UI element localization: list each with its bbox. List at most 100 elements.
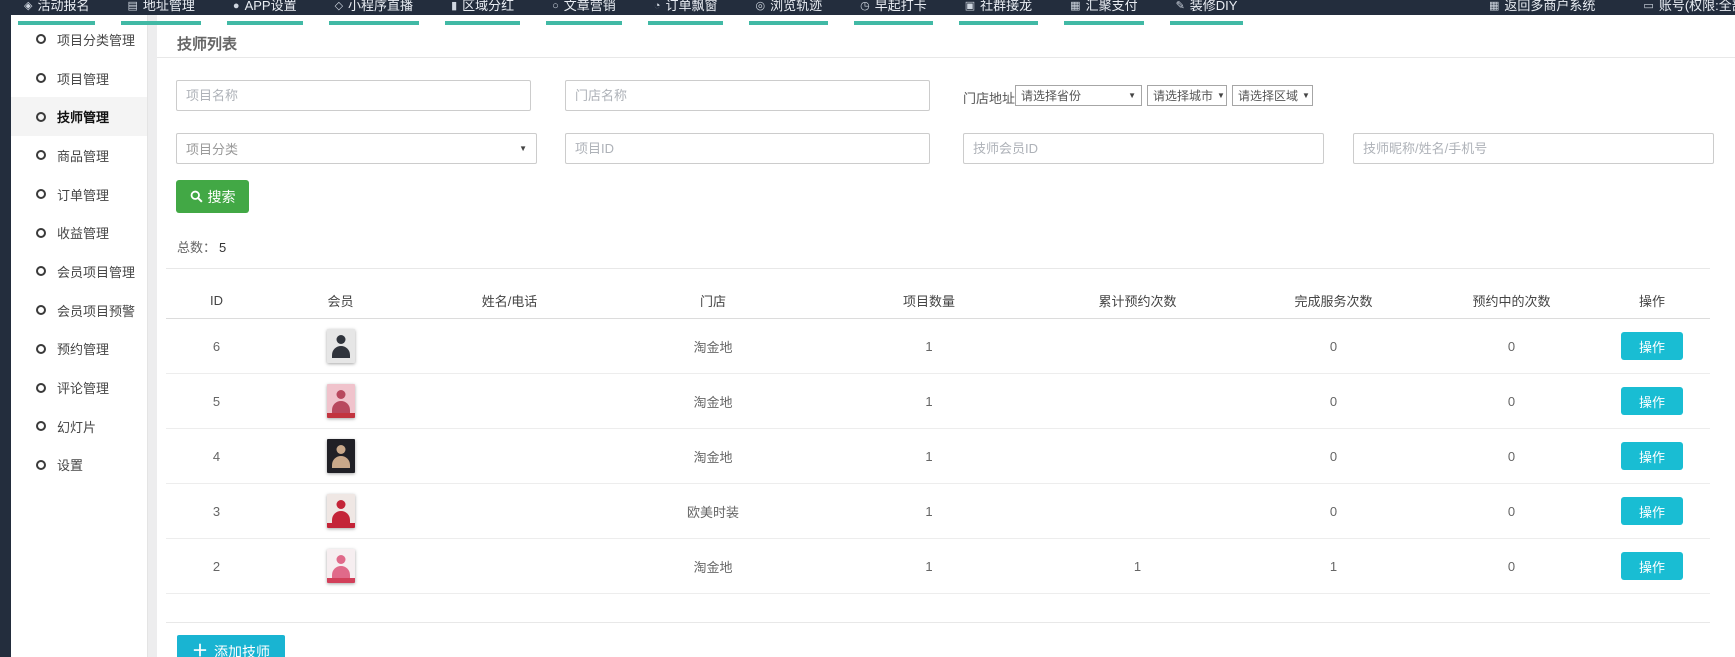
cell-pending-bookings: 0 (1429, 429, 1594, 483)
nav-icon: ◇ (335, 0, 343, 15)
topbar-nav-item[interactable]: ▣ 社群接龙 (959, 0, 1038, 25)
cell-store: 淘金地 (605, 319, 821, 373)
sidebar: 项目分类管理 项目管理 技师管理 商品管理 订单管理 收益管理 会员项目管理 (11, 15, 148, 657)
cell-member (267, 374, 414, 428)
store-name-input[interactable] (565, 80, 930, 111)
province-select[interactable]: 请选择省份 ▼ (1015, 85, 1142, 106)
topbar-nav-item[interactable]: ✎ 装修DIY (1170, 0, 1244, 25)
nav-icon: ✎ (1176, 0, 1185, 15)
cell-completed-services: 1 (1238, 539, 1429, 593)
search-icon (190, 190, 203, 203)
nav-label: 地址管理 (143, 0, 195, 15)
row-action-button[interactable]: 操作 (1621, 552, 1683, 580)
district-select[interactable]: 请选择区域 ▼ (1232, 85, 1313, 106)
sidebar-item[interactable]: 订单管理 (11, 175, 147, 214)
nav-icon: ◔ (654, 0, 661, 15)
table-row: 5 淘金地 1 0 0 (166, 374, 1710, 429)
cell-name-phone (414, 429, 605, 483)
technician-nickname-input[interactable] (1353, 133, 1714, 164)
page-title: 技师列表 (177, 33, 237, 54)
table-row: 4 淘金地 1 0 0 (166, 429, 1710, 484)
nav-icon: ○ (552, 0, 559, 15)
table-header-cell: 会员 (267, 283, 414, 318)
circle-icon (36, 150, 46, 160)
circle-icon (36, 421, 46, 431)
topbar-nav-item[interactable]: ● APP设置 (227, 0, 303, 25)
left-dark-rail (0, 15, 11, 657)
topbar-nav-item[interactable]: ◇ 小程序直播 (329, 0, 419, 25)
sidebar-item-label: 评论管理 (57, 378, 109, 397)
cell-store: 淘金地 (605, 374, 821, 428)
member-avatar[interactable] (327, 329, 355, 363)
cell-id: 4 (166, 429, 267, 483)
project-category-select[interactable]: 项目分类 ▼ (176, 133, 537, 164)
sidebar-item[interactable]: 会员项目预警 (11, 291, 147, 330)
topbar-nav-item[interactable]: ○ 文章营销 (546, 0, 622, 25)
row-action-button[interactable]: 操作 (1621, 387, 1683, 415)
sidebar-item[interactable]: 评论管理 (11, 368, 147, 407)
search-button[interactable]: 搜索 (176, 180, 249, 213)
topbar-nav-item[interactable]: ◔ 订单飘窗 (648, 0, 724, 25)
topbar-nav-item[interactable]: ◈ 活动报名 (18, 0, 95, 25)
topbar-user-item[interactable]: ▦ 返回多商户系统 (1483, 0, 1601, 15)
cell-action: 操作 (1594, 429, 1710, 483)
technician-member-id-input[interactable] (963, 133, 1324, 164)
cell-project-count: 1 (821, 374, 1037, 428)
project-id-input[interactable] (565, 133, 930, 164)
circle-icon (36, 34, 46, 44)
row-action-button[interactable]: 操作 (1621, 497, 1683, 525)
cell-project-count: 1 (821, 319, 1037, 373)
chevron-down-icon: ▼ (1302, 91, 1310, 100)
cell-completed-services: 0 (1238, 319, 1429, 373)
topbar-nav-item[interactable]: ▤ 地址管理 (121, 0, 200, 25)
topbar-user-item[interactable]: ▭ 账号(权限:全部) (1637, 0, 1735, 15)
topbar: ◈ 活动报名 ▤ 地址管理 ● APP设置 ◇ (0, 0, 1735, 15)
sidebar-item-label: 商品管理 (57, 146, 109, 165)
topbar-nav-item[interactable]: ◎ 浏览轨迹 (749, 0, 828, 25)
sidebar-item[interactable]: 收益管理 (11, 213, 147, 252)
nav-label: 返回多商户系统 (1504, 0, 1595, 15)
topbar-nav-item[interactable]: ◷ 早起打卡 (854, 0, 933, 25)
table-row: 2 淘金地 1 1 1 0 (166, 539, 1710, 594)
project-name-input[interactable] (176, 80, 531, 111)
nav-icon: ▣ (965, 0, 975, 15)
add-technician-button[interactable]: ＋ 添加技师 (177, 635, 285, 657)
member-avatar[interactable] (327, 439, 355, 473)
sidebar-item-label: 技师管理 (57, 107, 109, 126)
nav-label: APP设置 (245, 0, 297, 15)
sidebar-item-label: 项目管理 (57, 69, 109, 88)
sidebar-item[interactable]: 设置 (11, 446, 147, 485)
circle-icon (36, 112, 46, 122)
cell-total-bookings (1037, 319, 1238, 373)
member-avatar[interactable] (327, 494, 355, 528)
topbar-nav-item[interactable]: ▮ 区域分红 (445, 0, 520, 25)
nav-icon: ◎ (755, 0, 765, 15)
nav-icon: ▦ (1070, 0, 1080, 15)
cell-id: 3 (166, 484, 267, 538)
sidebar-item[interactable]: 会员项目管理 (11, 252, 147, 291)
nav-label: 账号(权限:全部) (1659, 0, 1735, 15)
table-header-cell: 完成服务次数 (1238, 283, 1429, 318)
cell-project-count: 1 (821, 429, 1037, 483)
sidebar-item-label: 会员项目预警 (57, 301, 135, 320)
member-avatar[interactable] (327, 549, 355, 583)
sidebar-item[interactable]: 幻灯片 (11, 407, 147, 446)
topbar-nav-item[interactable]: ▦ 汇聚支付 (1064, 0, 1143, 25)
sidebar-item[interactable]: 商品管理 (11, 136, 147, 175)
sidebar-item[interactable]: 项目分类管理 (11, 20, 147, 59)
cell-id: 2 (166, 539, 267, 593)
sidebar-item[interactable]: 预约管理 (11, 330, 147, 369)
sidebar-item[interactable]: 项目管理 (11, 59, 147, 98)
cell-action: 操作 (1594, 539, 1710, 593)
member-avatar[interactable] (327, 384, 355, 418)
cell-completed-services: 0 (1238, 484, 1429, 538)
cell-name-phone (414, 484, 605, 538)
table-row: 3 欧美时装 1 0 0 (166, 484, 1710, 539)
sidebar-item[interactable]: 技师管理 (11, 97, 147, 136)
row-action-button[interactable]: 操作 (1621, 442, 1683, 470)
row-action-button[interactable]: 操作 (1621, 332, 1683, 360)
table-header-cell: 累计预约次数 (1037, 283, 1238, 318)
cell-store: 欧美时装 (605, 484, 821, 538)
city-select[interactable]: 请选择城市 ▼ (1147, 85, 1227, 106)
cell-project-count: 1 (821, 484, 1037, 538)
